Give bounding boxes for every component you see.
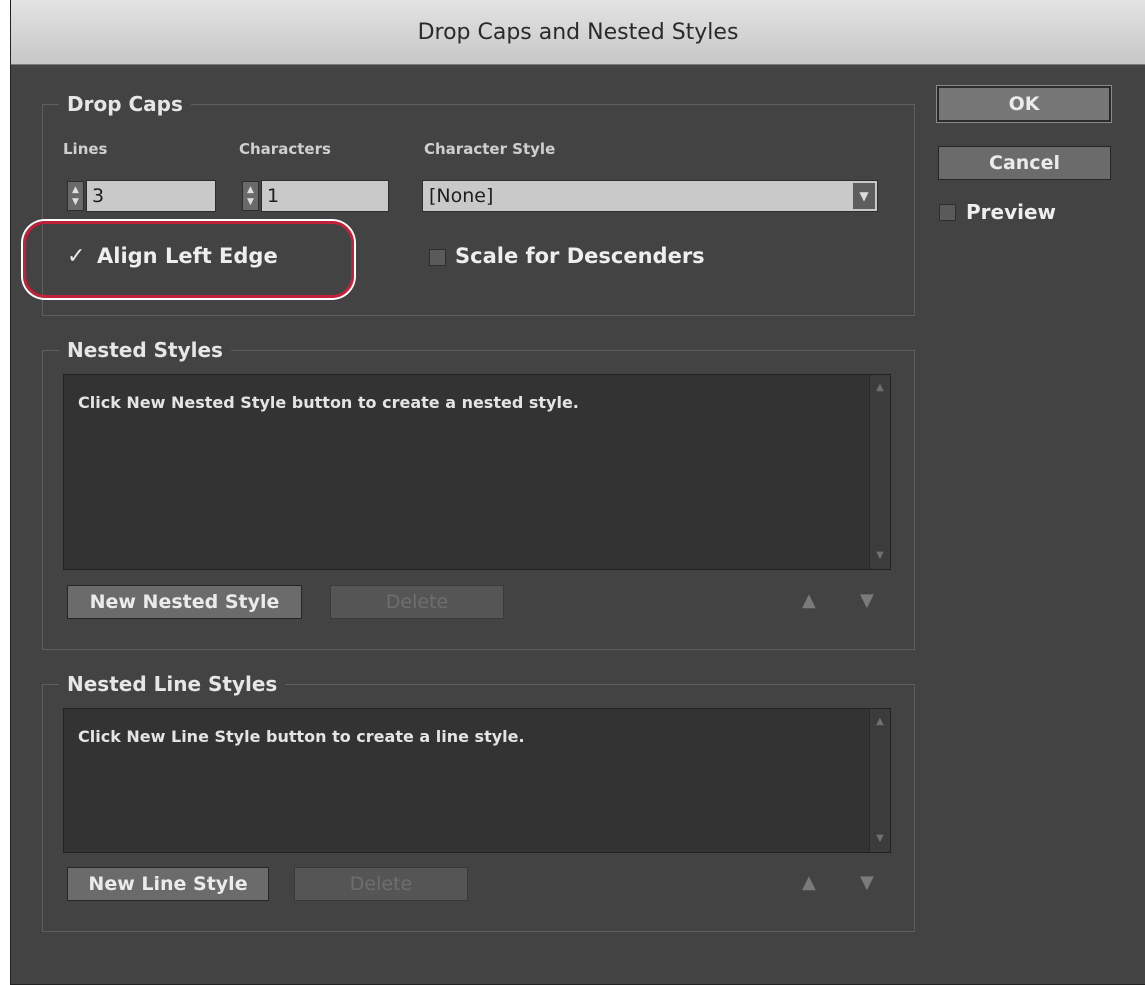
chevron-down-icon[interactable]: ▼ bbox=[853, 183, 875, 209]
character-style-label: Character Style bbox=[424, 140, 556, 158]
characters-field[interactable]: 1 bbox=[261, 180, 389, 212]
nested-line-styles-scrollbar[interactable]: ▲ ▼ bbox=[869, 709, 890, 852]
preview-checkbox[interactable] bbox=[939, 204, 956, 221]
lines-label: Lines bbox=[63, 140, 108, 158]
characters-label: Characters bbox=[239, 140, 331, 158]
nested-style-delete-button[interactable]: Delete bbox=[330, 585, 504, 619]
new-nested-style-button[interactable]: New Nested Style bbox=[67, 585, 302, 619]
scroll-down-icon[interactable]: ▼ bbox=[870, 832, 890, 846]
nested-line-styles-placeholder: Click New Line Style button to create a … bbox=[78, 727, 525, 746]
scroll-up-icon[interactable]: ▲ bbox=[870, 381, 890, 395]
nested-line-styles-list[interactable]: Click New Line Style button to create a … bbox=[63, 708, 891, 853]
arrow-up-icon[interactable]: ▲ bbox=[802, 590, 816, 611]
scale-for-descenders-label[interactable]: Scale for Descenders bbox=[455, 244, 705, 268]
title-bar: Drop Caps and Nested Styles bbox=[11, 0, 1145, 65]
nested-styles-list[interactable]: Click New Nested Style button to create … bbox=[63, 374, 891, 570]
arrow-down-icon[interactable]: ▼ bbox=[860, 590, 874, 611]
nested-styles-legend: Nested Styles bbox=[59, 335, 231, 365]
lines-field[interactable]: 3 bbox=[86, 180, 216, 212]
preview-label[interactable]: Preview bbox=[966, 200, 1056, 224]
character-style-value: [None] bbox=[429, 185, 494, 207]
scroll-down-icon[interactable]: ▼ bbox=[870, 549, 890, 563]
arrow-down-icon[interactable]: ▼ bbox=[860, 872, 874, 893]
cancel-button[interactable]: Cancel bbox=[938, 146, 1111, 180]
arrow-up-icon[interactable]: ▲ bbox=[802, 872, 816, 893]
window-title: Drop Caps and Nested Styles bbox=[417, 19, 739, 45]
drop-caps-legend: Drop Caps bbox=[59, 89, 191, 119]
characters-spinner-icon[interactable]: ▲ ▼ bbox=[242, 181, 259, 211]
nested-styles-scrollbar[interactable]: ▲ ▼ bbox=[869, 375, 890, 569]
ok-button[interactable]: OK bbox=[937, 86, 1111, 122]
dialog-window: Drop Caps and Nested Styles Drop Caps Li… bbox=[10, 0, 1145, 985]
scale-for-descenders-checkbox[interactable] bbox=[429, 249, 446, 266]
highlight-annotation bbox=[23, 221, 354, 298]
character-style-select[interactable]: [None] ▼ bbox=[422, 180, 878, 212]
scroll-up-icon[interactable]: ▲ bbox=[870, 715, 890, 729]
new-line-style-button[interactable]: New Line Style bbox=[67, 867, 269, 901]
nested-line-styles-legend: Nested Line Styles bbox=[59, 669, 286, 699]
line-style-delete-button[interactable]: Delete bbox=[294, 867, 468, 901]
lines-spinner-icon[interactable]: ▲ ▼ bbox=[67, 181, 84, 211]
nested-styles-placeholder: Click New Nested Style button to create … bbox=[78, 393, 579, 412]
